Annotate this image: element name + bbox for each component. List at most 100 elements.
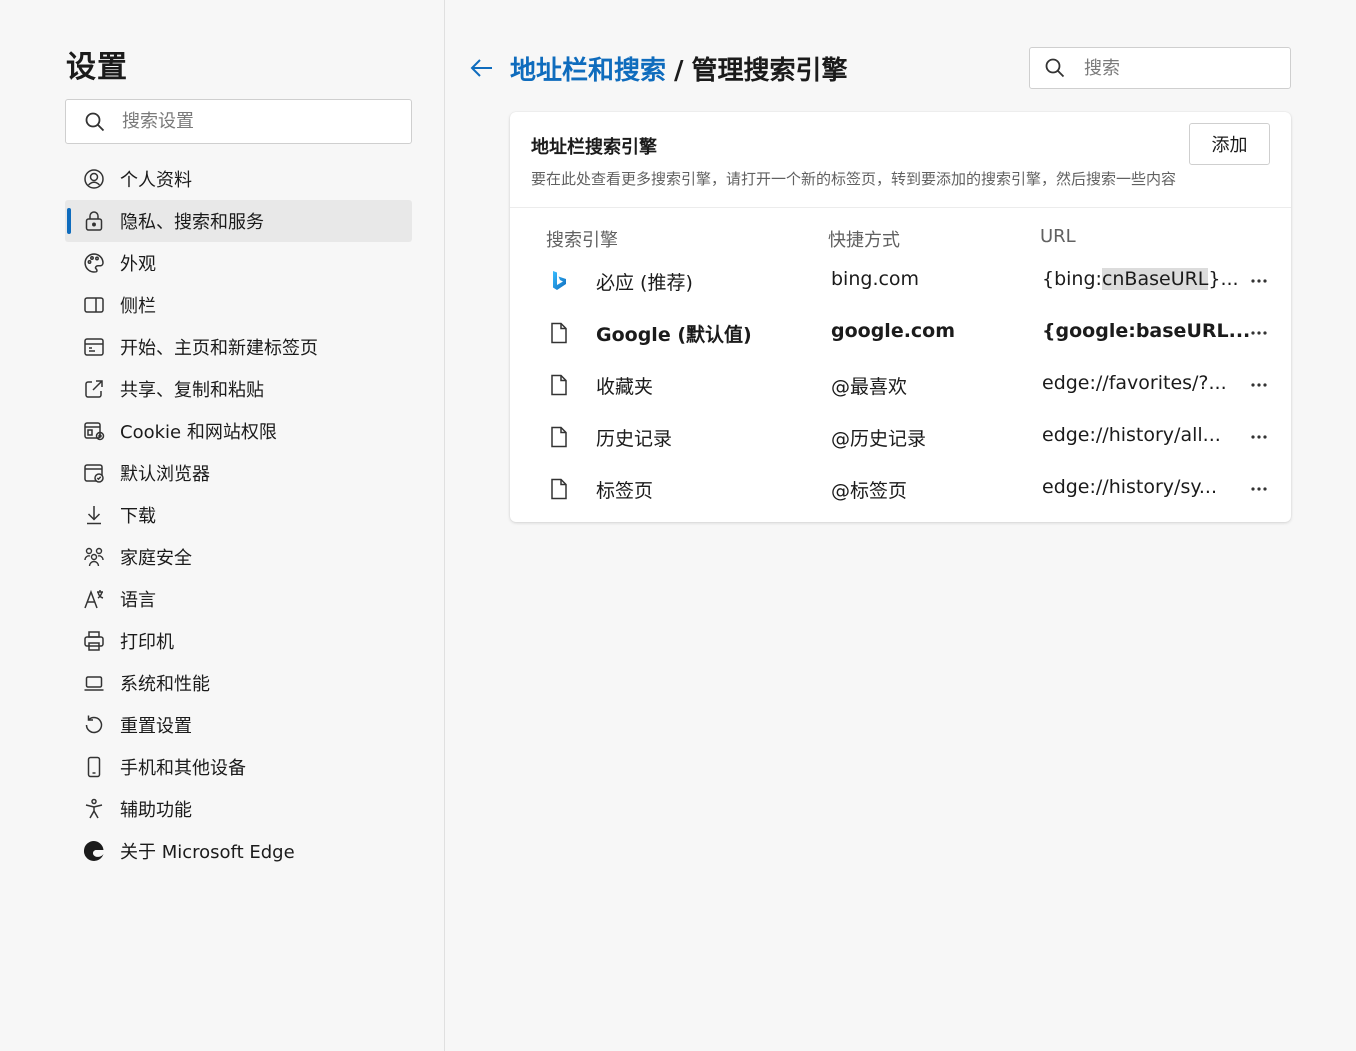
- engine-url: {bing:cnBaseURL}...: [1042, 268, 1239, 290]
- sidebar-item-label: 隐私、搜索和服务: [120, 212, 264, 233]
- sidebar-item-system[interactable]: 系统和性能: [65, 662, 412, 704]
- page-icon: [551, 374, 567, 396]
- sidebar-item-label: 共享、复制和粘贴: [120, 380, 264, 401]
- sidebar-item-label: 个人资料: [120, 170, 192, 191]
- engine-name: 收藏夹: [596, 376, 654, 398]
- reset-icon: [85, 715, 103, 734]
- sidebar-item-label: 家庭安全: [120, 548, 192, 569]
- settings-nav: 个人资料 隐私、搜索和服务 外观 侧栏 开始、主页和新建标签页 共享、复制和粘贴…: [65, 158, 412, 872]
- page-title: 管理搜索引擎: [691, 56, 848, 86]
- search-icon: [85, 112, 105, 131]
- sidebar-item-appearance[interactable]: 外观: [65, 242, 412, 284]
- table-row[interactable]: 收藏夹 @最喜欢 edge://favorites/?...: [510, 359, 1291, 411]
- engine-name: 标签页: [596, 480, 654, 502]
- sidebar-item-label: 下载: [120, 506, 156, 527]
- settings-search-box[interactable]: [65, 99, 412, 144]
- sidebar-item-label: 辅助功能: [120, 800, 192, 821]
- sidebar-title: 设置: [66, 50, 128, 85]
- more-options-icon[interactable]: [1245, 475, 1273, 503]
- sidebar-item-about[interactable]: 关于 Microsoft Edge: [65, 830, 412, 872]
- sidebar-item-label: 默认浏览器: [120, 464, 210, 485]
- sidebar-item-label: 开始、主页和新建标签页: [120, 338, 318, 359]
- column-header-engine: 搜索引擎: [546, 230, 618, 251]
- sidebar-item-label: 手机和其他设备: [120, 758, 246, 779]
- card-header: 地址栏搜索引擎 要在此处查看更多搜索引擎，请打开一个新的标签页，转到要添加的搜索…: [510, 112, 1291, 208]
- sidebar-item-label: 重置设置: [120, 716, 192, 737]
- card-description: 要在此处查看更多搜索引擎，请打开一个新的标签页，转到要添加的搜索引擎，然后搜索一…: [531, 170, 1177, 188]
- home-tab-icon: [84, 338, 104, 356]
- sidebar-item-profile[interactable]: 个人资料: [65, 158, 412, 200]
- sidebar-item-label: 侧栏: [120, 296, 156, 317]
- table-row[interactable]: 必应 (推荐) bing.com {bing:cnBaseURL}...: [510, 255, 1291, 307]
- url-highlight: cnBaseURL: [1101, 268, 1209, 290]
- engine-url: edge://favorites/?...: [1042, 372, 1227, 394]
- sidebar-item-phone[interactable]: 手机和其他设备: [65, 746, 412, 788]
- sidebar-item-default-browser[interactable]: 默认浏览器: [65, 452, 412, 494]
- card-title: 地址栏搜索引擎: [531, 137, 657, 158]
- add-search-engine-button[interactable]: 添加: [1189, 123, 1270, 165]
- more-options-icon[interactable]: [1245, 371, 1273, 399]
- sidebar-item-cookies[interactable]: Cookie 和网站权限: [65, 410, 412, 452]
- edge-logo-icon: [83, 840, 104, 861]
- breadcrumb-separator: /: [674, 56, 684, 86]
- palette-icon: [84, 253, 104, 273]
- breadcrumb: 地址栏和搜索 / 管理搜索引擎: [510, 50, 848, 87]
- search-engines-card: 地址栏搜索引擎 要在此处查看更多搜索引擎，请打开一个新的标签页，转到要添加的搜索…: [510, 112, 1291, 522]
- sidebar-icon: [84, 297, 104, 313]
- sidebar-item-downloads[interactable]: 下载: [65, 494, 412, 536]
- engine-shortcut: google.com: [831, 320, 956, 342]
- engine-shortcut: @历史记录: [831, 428, 927, 450]
- engine-name: Google (默认值): [596, 324, 752, 346]
- sidebar-item-start-home[interactable]: 开始、主页和新建标签页: [65, 326, 412, 368]
- language-icon: [84, 589, 104, 609]
- engine-name: 必应 (推荐): [596, 272, 693, 294]
- laptop-icon: [84, 676, 104, 691]
- page-icon: [551, 478, 567, 500]
- page-search-input[interactable]: [1084, 57, 1284, 79]
- engine-shortcut: @标签页: [831, 480, 908, 502]
- breadcrumb-address-bar-link[interactable]: 地址栏和搜索: [510, 56, 666, 86]
- engine-name: 历史记录: [596, 428, 673, 450]
- browser-icon: [84, 464, 104, 483]
- sidebar-item-privacy[interactable]: 隐私、搜索和服务: [65, 200, 412, 242]
- column-header-shortcut: 快捷方式: [828, 230, 900, 251]
- sidebar-item-language[interactable]: 语言: [65, 578, 412, 620]
- sidebar-item-label: Cookie 和网站权限: [120, 422, 277, 443]
- printer-icon: [84, 631, 104, 651]
- more-options-icon[interactable]: [1245, 423, 1273, 451]
- table-row[interactable]: Google (默认值) google.com {google:baseURL.…: [510, 307, 1291, 359]
- profile-icon: [84, 169, 104, 189]
- back-arrow-icon[interactable]: [468, 54, 496, 82]
- search-icon: [1045, 58, 1065, 78]
- engine-shortcut: @最喜欢: [831, 376, 908, 398]
- sidebar-item-label: 系统和性能: [120, 674, 210, 695]
- more-options-icon[interactable]: [1245, 319, 1273, 347]
- sidebar-item-share[interactable]: 共享、复制和粘贴: [65, 368, 412, 410]
- page-search-box[interactable]: [1029, 47, 1291, 89]
- settings-search-input[interactable]: [122, 111, 392, 132]
- sidebar-item-label: 外观: [120, 254, 156, 275]
- sidebar-item-family[interactable]: 家庭安全: [65, 536, 412, 578]
- column-header-url: URL: [1040, 226, 1076, 247]
- sidebar-item-label: 关于 Microsoft Edge: [120, 842, 295, 863]
- more-options-icon[interactable]: [1245, 267, 1273, 295]
- sidebar-item-accessibility[interactable]: 辅助功能: [65, 788, 412, 830]
- sidebar-item-sidebar[interactable]: 侧栏: [65, 284, 412, 326]
- share-icon: [85, 380, 103, 398]
- engine-url: {google:baseURL...: [1042, 320, 1251, 342]
- engine-shortcut: bing.com: [831, 268, 920, 290]
- page-icon: [551, 322, 567, 344]
- bing-icon: [553, 271, 566, 290]
- table-row[interactable]: 标签页 @标签页 edge://history/sy...: [510, 463, 1291, 515]
- engine-url: edge://history/all...: [1042, 424, 1221, 446]
- accessibility-icon: [85, 798, 103, 819]
- site-permissions-icon: [84, 422, 105, 441]
- sidebar-item-printers[interactable]: 打印机: [65, 620, 412, 662]
- engine-url: edge://history/sy...: [1042, 476, 1218, 498]
- sidebar-item-reset[interactable]: 重置设置: [65, 704, 412, 746]
- settings-sidebar: 设置 个人资料 隐私、搜索和服务 外观: [0, 0, 445, 1051]
- table-row[interactable]: 历史记录 @历史记录 edge://history/all...: [510, 411, 1291, 463]
- phone-icon: [87, 756, 101, 778]
- download-icon: [87, 506, 101, 525]
- family-icon: [84, 547, 104, 567]
